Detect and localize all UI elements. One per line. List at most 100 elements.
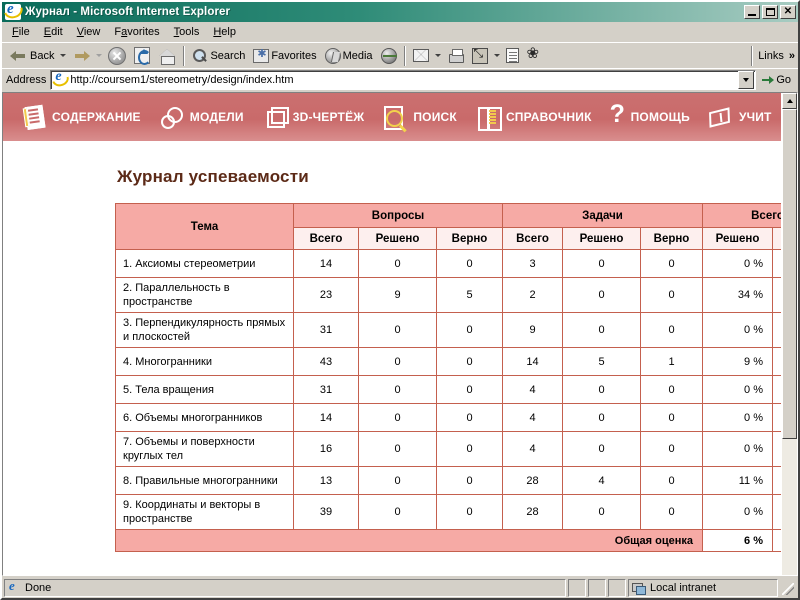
media-icon <box>324 47 341 64</box>
scrollbar-thumb[interactable] <box>782 109 797 439</box>
cell-q-total: 23 <box>293 277 359 313</box>
refresh-button[interactable] <box>130 45 154 67</box>
page-icon <box>505 48 519 63</box>
address-url-text: http://coursem1/stereometry/design/index… <box>70 73 294 86</box>
messenger-button[interactable] <box>523 44 547 67</box>
status-panel-1 <box>568 579 586 597</box>
back-label: Back <box>30 49 55 62</box>
fullscreen-icon <box>471 46 488 64</box>
title-bar: Журнал - Microsoft Internet Explorer ✕ <box>2 1 798 22</box>
forward-dropdown-icon[interactable] <box>96 54 103 57</box>
nav-item-contents[interactable]: СОДЕРЖАНИЕ <box>21 104 141 130</box>
print-button[interactable] <box>443 45 468 67</box>
address-input[interactable]: http://coursem1/stereometry/design/index… <box>50 69 757 90</box>
table-row: 7. Объемы и поверхности круглых тел 16 0… <box>115 431 781 467</box>
nav-item-models[interactable]: МОДЕЛИ <box>159 104 244 130</box>
cell-q-right: 0 <box>436 494 503 530</box>
cell-all-solved: 0 % <box>702 312 773 348</box>
page-favicon-icon <box>53 69 68 87</box>
status-message-panel: Done <box>4 578 566 597</box>
header-group-questions: Вопросы <box>293 203 503 228</box>
cell-all-right: 0 % <box>771 375 781 404</box>
mail-button[interactable] <box>409 45 433 67</box>
nav-item-3d-drawing[interactable]: 3D-ЧЕРТЁЖ <box>262 104 365 130</box>
page-title: Журнал успеваемости <box>117 167 309 186</box>
scroll-up-button[interactable] <box>782 93 797 109</box>
header-q-right: Верно <box>436 227 503 250</box>
header-q-total: Всего <box>293 227 359 250</box>
address-dropdown-button[interactable] <box>738 70 755 89</box>
cell-q-total: 13 <box>293 466 359 495</box>
menu-favorites[interactable]: Favorites <box>107 24 166 40</box>
cell-t-total: 28 <box>502 466 563 495</box>
scrollbar-track[interactable] <box>782 439 797 575</box>
cell-t-right: 1 <box>640 347 703 376</box>
menu-help[interactable]: Help <box>206 24 243 40</box>
table-row: 6. Объемы многогранников 14 0 0 4 0 0 0 … <box>115 403 781 432</box>
cell-q-solved: 9 <box>358 277 437 313</box>
stop-button[interactable] <box>104 45 130 67</box>
discuss-button[interactable] <box>502 45 523 67</box>
toolbar-separator <box>183 45 186 66</box>
gears-icon <box>159 104 185 130</box>
back-button[interactable]: Back <box>6 45 58 67</box>
toolbar-separator-2 <box>403 45 406 66</box>
resize-grip[interactable] <box>780 579 796 597</box>
cell-t-total: 2 <box>502 277 563 313</box>
cell-all-solved: 0 % <box>702 249 773 278</box>
security-zone-text: Local intranet <box>650 582 717 594</box>
menu-tools[interactable]: Tools <box>167 24 207 40</box>
header-all-right: Верно <box>771 227 781 250</box>
nav-item-teacher[interactable]: УЧИТ <box>708 104 772 130</box>
question-mark-icon <box>610 100 626 130</box>
cell-all-right: 0 % <box>771 466 781 495</box>
status-panel-3 <box>608 579 626 597</box>
menu-edit[interactable]: Edit <box>37 24 70 40</box>
search-button[interactable]: Search <box>188 45 249 67</box>
favorites-button[interactable]: Favorites <box>249 45 320 67</box>
history-button[interactable] <box>377 45 401 67</box>
cell-t-solved: 4 <box>562 466 641 495</box>
maximize-button[interactable] <box>762 5 778 19</box>
cell-t-total: 3 <box>502 249 563 278</box>
security-zone-panel[interactable]: Local intranet <box>628 579 778 597</box>
go-label: Go <box>776 73 791 86</box>
close-button[interactable]: ✕ <box>780 5 796 19</box>
forward-button[interactable] <box>68 45 94 67</box>
back-dropdown-icon[interactable] <box>60 54 67 57</box>
home-button[interactable] <box>154 45 180 67</box>
back-arrow-icon <box>10 47 28 65</box>
chevron-down-icon <box>743 77 750 82</box>
nav-label-help: ПОМОЩЬ <box>630 110 690 124</box>
status-text: Done <box>25 582 52 594</box>
table-head: Тема Вопросы Задачи Всего Всего Решено В… <box>115 203 781 250</box>
menu-view[interactable]: View <box>70 24 108 40</box>
links-area[interactable]: Links » <box>751 45 798 67</box>
cell-q-total: 43 <box>293 347 359 376</box>
edit-dropdown-icon[interactable] <box>493 54 500 57</box>
cell-all-solved: 0 % <box>702 403 773 432</box>
graduation-cap-icon <box>708 104 734 130</box>
nav-item-search[interactable]: ПОИСК <box>382 104 457 132</box>
cell-t-right: 0 <box>640 466 703 495</box>
cell-theme: 3. Перпендикулярность прямых и плоскосте… <box>115 312 294 348</box>
vertical-scrollbar[interactable] <box>781 93 797 575</box>
minimize-button[interactable] <box>744 5 760 19</box>
cell-all-right: 0 % <box>771 249 781 278</box>
media-button[interactable]: Media <box>321 45 377 67</box>
menu-bar: File Edit View Favorites Tools Help <box>2 22 798 42</box>
menu-file[interactable]: File <box>5 24 37 40</box>
mail-dropdown-icon[interactable] <box>434 54 441 57</box>
go-button[interactable]: Go <box>758 74 795 86</box>
nav-label-teacher: УЧИТ <box>738 110 772 124</box>
cell-t-total: 9 <box>502 312 563 348</box>
nav-item-reference[interactable]: СПРАВОЧНИК <box>475 104 592 131</box>
cell-t-right: 0 <box>640 277 703 313</box>
cell-all-solved: 34 % <box>702 277 773 313</box>
nav-item-help[interactable]: ПОМОЩЬ <box>610 100 690 130</box>
edit-button[interactable] <box>468 45 492 67</box>
chevron-right-icon[interactable]: » <box>789 50 795 62</box>
table-row: 5. Тела вращения 31 0 0 4 0 0 0 % 0 % <box>115 375 781 404</box>
cell-t-right: 0 <box>640 431 703 467</box>
cell-all-right: 16 % <box>771 277 781 313</box>
